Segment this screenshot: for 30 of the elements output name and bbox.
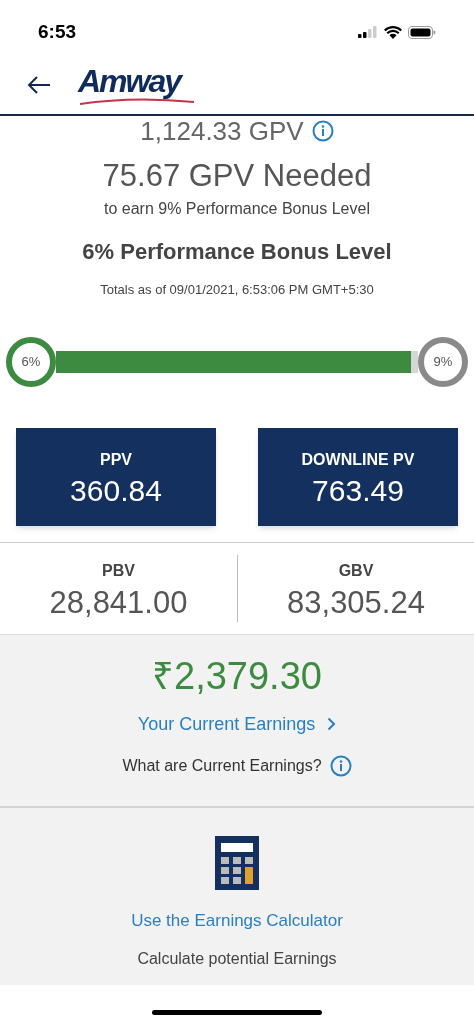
gpv-total: 1,124.33 GPV [140,118,304,144]
stat-value: 83,305.24 [287,586,425,618]
signal-icon [358,26,378,38]
card-value: 360.84 [70,475,162,506]
back-arrow-icon [26,75,52,95]
stat-label: PBV [102,560,135,581]
status-time: 6:53 [38,19,77,44]
card-label: DOWNLINE PV [301,449,415,470]
gpv-needed: 75.67 GPV Needed [102,160,372,191]
current-level: 6% Performance Bonus Level [82,238,392,266]
end-level-marker: 9% [418,336,468,387]
info-icon[interactable] [311,120,334,142]
calculator-note: Calculate potential Earnings [137,949,337,969]
calculator-icon [215,835,259,890]
battery-icon [408,25,436,39]
totals-date: Totals as of 09/01/2021, 6:53:06 PM GMT+5:30 [100,281,374,299]
stat-value: 28,841.00 [49,586,188,618]
current-earnings-link[interactable]: Your Current Earnings [137,710,337,738]
card-value: 763.49 [312,475,404,506]
amway-logo: Amway [78,65,196,105]
card-label: PPV [100,449,132,470]
earnings-calculator-link[interactable]: Use the Earnings Calculator [131,907,343,933]
earnings-question: What are Current Earnings? [122,755,322,776]
start-level-marker: 6% [6,336,56,387]
earnings-amount: ₹2,379.30 [152,656,322,695]
wifi-icon [384,25,402,39]
chevron-right-icon [327,717,337,731]
info-icon[interactable] [329,754,352,777]
stat-label: GBV [338,560,374,581]
needed-note: to earn 9% Performance Bonus Level [104,199,370,219]
